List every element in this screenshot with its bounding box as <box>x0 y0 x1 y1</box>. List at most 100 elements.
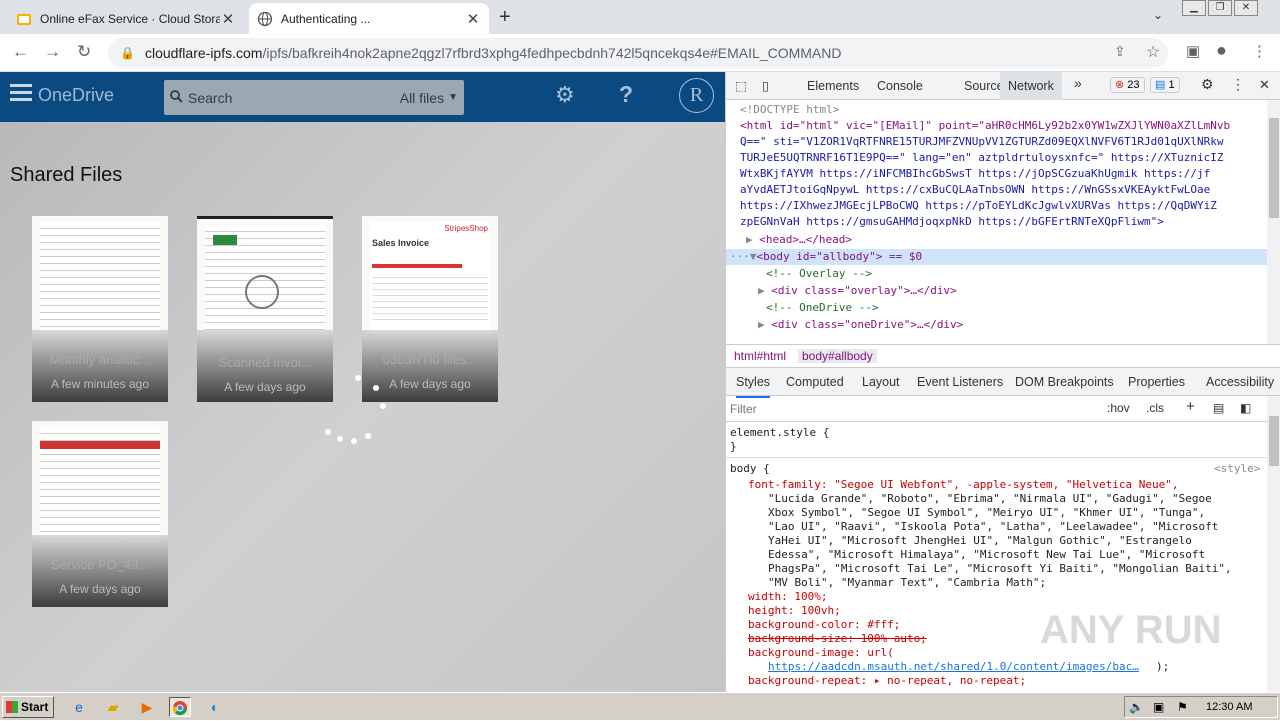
volume-icon[interactable]: 🔈 <box>1129 700 1144 714</box>
lock-icon[interactable]: 🔒 <box>120 46 135 60</box>
breadcrumb-body[interactable]: body#allbody <box>798 349 877 363</box>
scrollbar[interactable] <box>1267 396 1280 692</box>
file-tile[interactable]: Service PO_49... A few days ago <box>32 421 168 607</box>
tab-layout[interactable]: Layout <box>862 368 900 396</box>
flag-icon[interactable]: ⚑ <box>1177 700 1188 714</box>
search-placeholder: Search <box>188 89 233 106</box>
overlay-node[interactable]: ▶ <div class="overlay">…</div> <box>758 283 957 299</box>
decl-font-family-cont: "Lao UI", "Raavi", "Iskoola Pota", "Lath… <box>768 520 1219 533</box>
tab-title: Online eFax Service · Cloud Storage <box>40 11 220 26</box>
file-tile[interactable]: Scanned Invoi... A few days ago <box>197 216 333 402</box>
dom-tree[interactable]: <!DOCTYPE html> <html id="html" vic="[EM… <box>726 100 1267 344</box>
decl-width: width: 100%; <box>748 590 828 603</box>
tab-elements[interactable]: Elements <box>799 72 867 100</box>
edge-icon[interactable]: ◐ <box>204 697 226 717</box>
profile-icon[interactable]: ● <box>1216 40 1227 61</box>
tab-accessibility[interactable]: Accessibility <box>1206 368 1274 396</box>
close-window-button[interactable]: ✕ <box>1234 0 1258 16</box>
restore-button[interactable]: ❐ <box>1208 0 1232 16</box>
close-icon[interactable]: ✕ <box>1259 77 1270 93</box>
onedrive-node[interactable]: ▶ <div class="oneDrive">…</div> <box>758 317 963 333</box>
scrollbar-thumb[interactable] <box>1269 416 1279 466</box>
avatar[interactable]: R <box>679 78 714 113</box>
error-badge[interactable]: ⊗ 23 <box>1110 77 1145 93</box>
inspect-icon[interactable]: ⬚ <box>735 78 747 93</box>
scrollbar[interactable] <box>1267 100 1280 344</box>
rule-source[interactable]: <style> <box>1214 462 1260 476</box>
html-open-line[interactable]: <html id="html" vic="[EMail]" point="aHR… <box>740 118 1230 134</box>
scrollbar-thumb[interactable] <box>1269 118 1279 218</box>
folder-icon <box>16 11 32 27</box>
tab-styles[interactable]: Styles <box>736 368 771 398</box>
head-node[interactable]: ▶ <head>…</head> <box>746 232 852 248</box>
breadcrumb-html[interactable]: html#html <box>734 349 786 363</box>
expand-triangle-icon[interactable]: ▶ <box>746 233 753 246</box>
gear-icon[interactable]: ⚙ <box>555 82 575 108</box>
background-image-url[interactable]: https://aadcdn.msauth.net/shared/1.0/con… <box>768 660 1139 674</box>
back-icon[interactable]: ← <box>12 42 29 62</box>
tab-event-listeners[interactable]: Event Listeners <box>917 368 1003 396</box>
gear-icon[interactable]: ⚙ <box>1201 76 1214 93</box>
styles-tabbar: Styles Computed Layout Event Listeners D… <box>726 368 1280 398</box>
chevron-down-icon[interactable]: ▼ <box>448 92 458 103</box>
tab-dom-breakpoints[interactable]: DOM Breakpoints <box>1015 368 1114 396</box>
tab-properties[interactable]: Properties <box>1128 368 1185 396</box>
file-name: Monthly analitic... <box>49 352 151 367</box>
chrome-icon[interactable] <box>169 697 191 717</box>
filter-input[interactable] <box>730 400 1098 418</box>
menu-icon[interactable]: ⋮ <box>1252 42 1267 60</box>
kebab-menu-icon[interactable]: ⋮ <box>1231 76 1245 93</box>
expand-triangle-icon[interactable]: ▶ <box>758 284 765 297</box>
cls-toggle[interactable]: .cls <box>1146 401 1164 415</box>
ie-icon[interactable]: e <box>68 697 90 717</box>
ellipsis-icon: ··· <box>730 250 750 263</box>
hamburger-icon[interactable] <box>10 84 32 102</box>
file-date: A few minutes ago <box>50 377 150 391</box>
search-scope-label[interactable]: All files <box>400 90 444 106</box>
tab-search-icon[interactable]: ⌄ <box>1153 8 1163 22</box>
tab-efax[interactable]: Online eFax Service · Cloud Storage ✕ <box>8 3 244 34</box>
more-tabs-icon[interactable]: » <box>1074 75 1082 91</box>
media-player-icon[interactable]: ▶ <box>136 697 158 717</box>
start-button[interactable]: Start <box>2 696 54 718</box>
decl-font-family-cont: PhagsPa", "Microsoft Tai Le", "Microsoft… <box>768 562 1232 575</box>
bookmark-star-icon[interactable]: ☆ <box>1146 42 1160 62</box>
document-thumbnail <box>205 225 325 335</box>
decl-font-family-cont: "MV Boli", "Myanmar Text", "Cambria Math… <box>768 576 1047 589</box>
address-bar[interactable]: 🔒 cloudflare-ipfs.com/ipfs/bafkreih4nok2… <box>108 38 1168 68</box>
message-badge[interactable]: ▤ 1 <box>1150 77 1180 93</box>
expand-triangle-icon[interactable]: ▶ <box>758 318 765 331</box>
close-icon[interactable]: ✕ <box>220 10 236 28</box>
share-icon[interactable]: ⇪ <box>1114 43 1126 60</box>
device-toolbar-icon[interactable]: ▯ <box>762 78 769 93</box>
collapse-triangle-icon[interactable]: ▼ <box>750 250 757 263</box>
close-icon[interactable]: ✕ <box>465 10 481 28</box>
tab-computed[interactable]: Computed <box>786 368 844 396</box>
sales-doc-title: Sales Invoice <box>372 238 430 248</box>
spinner-dot <box>380 403 386 409</box>
file-tile[interactable]: Monthly analitic... A few minutes ago <box>32 216 168 402</box>
explorer-icon[interactable]: ▰ <box>102 697 124 717</box>
decl-font-family-cont: Edessa", "Microsoft Himalaya", "Microsof… <box>768 548 1206 561</box>
start-label: Start <box>21 700 49 714</box>
forward-icon[interactable]: → <box>44 42 61 62</box>
minimize-button[interactable]: ▁ <box>1182 0 1206 16</box>
network-icon[interactable]: ▣ <box>1153 700 1164 714</box>
paint-icon[interactable]: ▤ <box>1213 401 1224 415</box>
new-rule-icon[interactable]: + <box>1186 398 1195 415</box>
new-tab-button[interactable]: + <box>499 6 511 29</box>
spinner-dot <box>373 385 379 391</box>
clock[interactable]: 12:30 AM <box>1206 701 1252 713</box>
tab-console[interactable]: Console <box>869 72 931 100</box>
tab-authenticating[interactable]: Authenticating ... ✕ <box>249 3 489 34</box>
sidebar-toggle-icon[interactable]: ◧ <box>1240 401 1251 415</box>
reload-icon[interactable]: ↻ <box>77 42 91 62</box>
search-box[interactable]: Search All files ▼ <box>164 80 464 115</box>
body-node-selected[interactable]: ···▼<body id="allbody"> == $0 <box>726 249 1267 265</box>
side-panel-icon[interactable]: ▣ <box>1186 42 1200 60</box>
hov-toggle[interactable]: :hov <box>1107 401 1130 415</box>
file-tile[interactable]: Sales Invoice StripesShop 0363NTI0 files… <box>362 216 498 402</box>
tab-network[interactable]: Network <box>1000 72 1062 100</box>
help-icon[interactable]: ? <box>619 81 633 108</box>
spinner-dot <box>351 438 357 444</box>
